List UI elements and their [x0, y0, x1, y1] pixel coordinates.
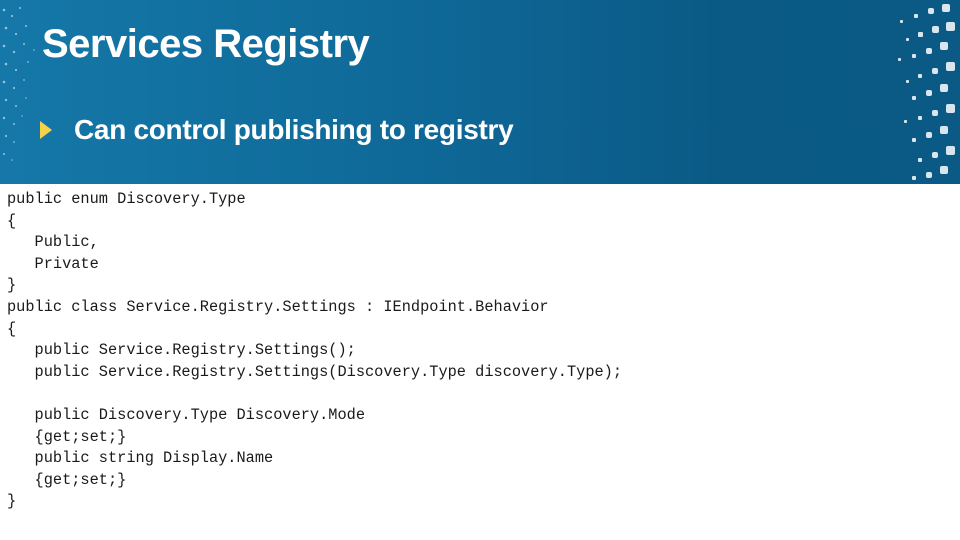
code-line: public enum Discovery.Type: [7, 190, 246, 208]
code-line: }: [7, 492, 17, 511]
code-line: Private: [7, 254, 99, 273]
code-block: public enum Discovery.Type { Public, Priv…: [7, 189, 622, 513]
bullet-text: Can control publishing to registry: [74, 114, 514, 145]
code-line: }: [7, 276, 17, 295]
slide-header: Services Registry Can control publishing…: [0, 0, 960, 184]
code-line: public Service.Registry.Settings();: [7, 341, 356, 360]
code-line: {get;set;}: [7, 427, 127, 446]
code-line: public Discovery.Type Discovery.Mode: [7, 405, 366, 424]
code-line: Public,: [7, 233, 99, 252]
code-line: {: [7, 211, 17, 230]
bullet-arrow-icon: [40, 121, 52, 139]
slide-title: Services Registry: [42, 22, 370, 66]
code-line: {: [7, 319, 17, 338]
code-line: public Service.Registry.Settings(Discove…: [7, 362, 623, 381]
bullet-point: Can control publishing to registry: [40, 114, 514, 146]
right-dot-pattern: [898, 4, 955, 180]
code-line: public string Display.Name: [7, 449, 274, 468]
code-line: public class Service.Registry.Settings :…: [7, 297, 549, 316]
code-line: {get;set;}: [7, 470, 127, 489]
